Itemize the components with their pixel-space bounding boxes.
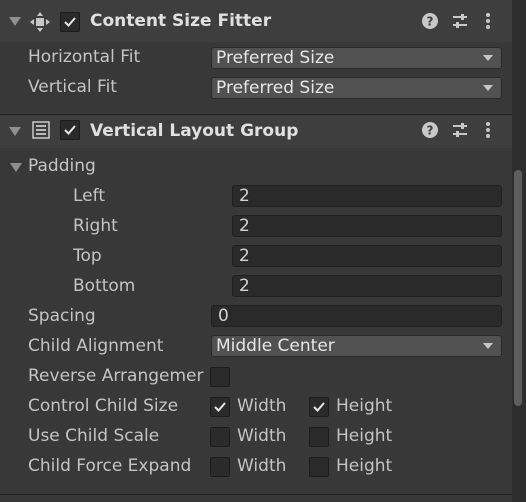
- kebab-menu-icon[interactable]: [484, 121, 492, 144]
- control-child-size-width-label: Width: [237, 396, 287, 416]
- vertical-fit-label: Vertical Fit: [28, 77, 117, 97]
- use-child-scale-label: Use Child Scale: [28, 426, 160, 446]
- presets-icon[interactable]: [451, 121, 469, 144]
- padding-left-label: Left: [73, 186, 105, 206]
- child-force-expand-height-label: Height: [336, 456, 393, 476]
- reverse-arrangement-label: Reverse Arrangemer: [28, 366, 204, 386]
- use-child-scale-height-checkbox[interactable]: [309, 427, 329, 447]
- content-size-fitter-icon: [30, 12, 50, 32]
- spacing-field[interactable]: 0: [211, 305, 502, 327]
- child-alignment-dropdown[interactable]: Middle Center: [211, 335, 502, 357]
- padding-right-label: Right: [73, 216, 118, 236]
- chevron-down-icon: [483, 55, 493, 61]
- kebab-menu-icon[interactable]: [484, 12, 492, 35]
- svg-text:?: ?: [427, 15, 434, 29]
- svg-text:?: ?: [427, 124, 434, 138]
- use-child-scale-height-label: Height: [336, 426, 393, 446]
- bottom-divider: [0, 494, 512, 495]
- padding-left-field[interactable]: 2: [232, 185, 502, 207]
- padding-foldout-arrow-icon[interactable]: [10, 163, 22, 172]
- child-force-expand-label: Child Force Expand: [28, 456, 192, 476]
- padding-bottom-label: Bottom: [73, 276, 136, 296]
- padding-top-label: Top: [73, 246, 102, 266]
- child-alignment-label: Child Alignment: [28, 336, 164, 356]
- inspector-scrollbar-thumb[interactable]: [514, 170, 522, 406]
- help-icon[interactable]: ?: [421, 12, 439, 35]
- control-child-size-height-checkbox[interactable]: [309, 397, 329, 417]
- child-alignment-value: Middle Center: [216, 336, 335, 356]
- child-force-expand-height-checkbox[interactable]: [309, 457, 329, 477]
- use-child-scale-width-checkbox[interactable]: [210, 427, 230, 447]
- padding-label[interactable]: Padding: [28, 156, 96, 176]
- presets-icon[interactable]: [451, 12, 469, 35]
- content-size-fitter-title: Content Size Fitter: [90, 11, 272, 31]
- control-child-size-height-label: Height: [336, 396, 393, 416]
- child-force-expand-width-checkbox[interactable]: [210, 457, 230, 477]
- vertical-fit-dropdown[interactable]: Preferred Size: [211, 77, 502, 99]
- child-force-expand-width-label: Width: [237, 456, 287, 476]
- padding-right-field[interactable]: 2: [232, 215, 502, 237]
- vertical-layout-group-title: Vertical Layout Group: [90, 121, 299, 141]
- padding-top-field[interactable]: 2: [232, 245, 502, 267]
- control-child-size-label: Control Child Size: [28, 396, 179, 416]
- horizontal-fit-dropdown[interactable]: Preferred Size: [211, 47, 502, 69]
- vertical-layout-group-enabled-checkbox[interactable]: [60, 120, 80, 140]
- use-child-scale-width-label: Width: [237, 426, 287, 446]
- padding-bottom-field[interactable]: 2: [232, 275, 502, 297]
- foldout-arrow-icon[interactable]: [9, 17, 21, 26]
- chevron-down-icon: [483, 343, 493, 349]
- vertical-fit-value: Preferred Size: [216, 78, 335, 98]
- foldout-arrow-icon[interactable]: [9, 127, 21, 136]
- chevron-down-icon: [483, 85, 493, 91]
- horizontal-fit-label: Horizontal Fit: [28, 47, 141, 67]
- reverse-arrangement-checkbox[interactable]: [210, 367, 230, 387]
- spacing-label: Spacing: [28, 306, 96, 326]
- content-size-fitter-enabled-checkbox[interactable]: [60, 12, 80, 32]
- control-child-size-width-checkbox[interactable]: [210, 397, 230, 417]
- horizontal-fit-value: Preferred Size: [216, 48, 335, 68]
- vertical-layout-icon: [32, 121, 50, 144]
- help-icon[interactable]: ?: [421, 121, 439, 144]
